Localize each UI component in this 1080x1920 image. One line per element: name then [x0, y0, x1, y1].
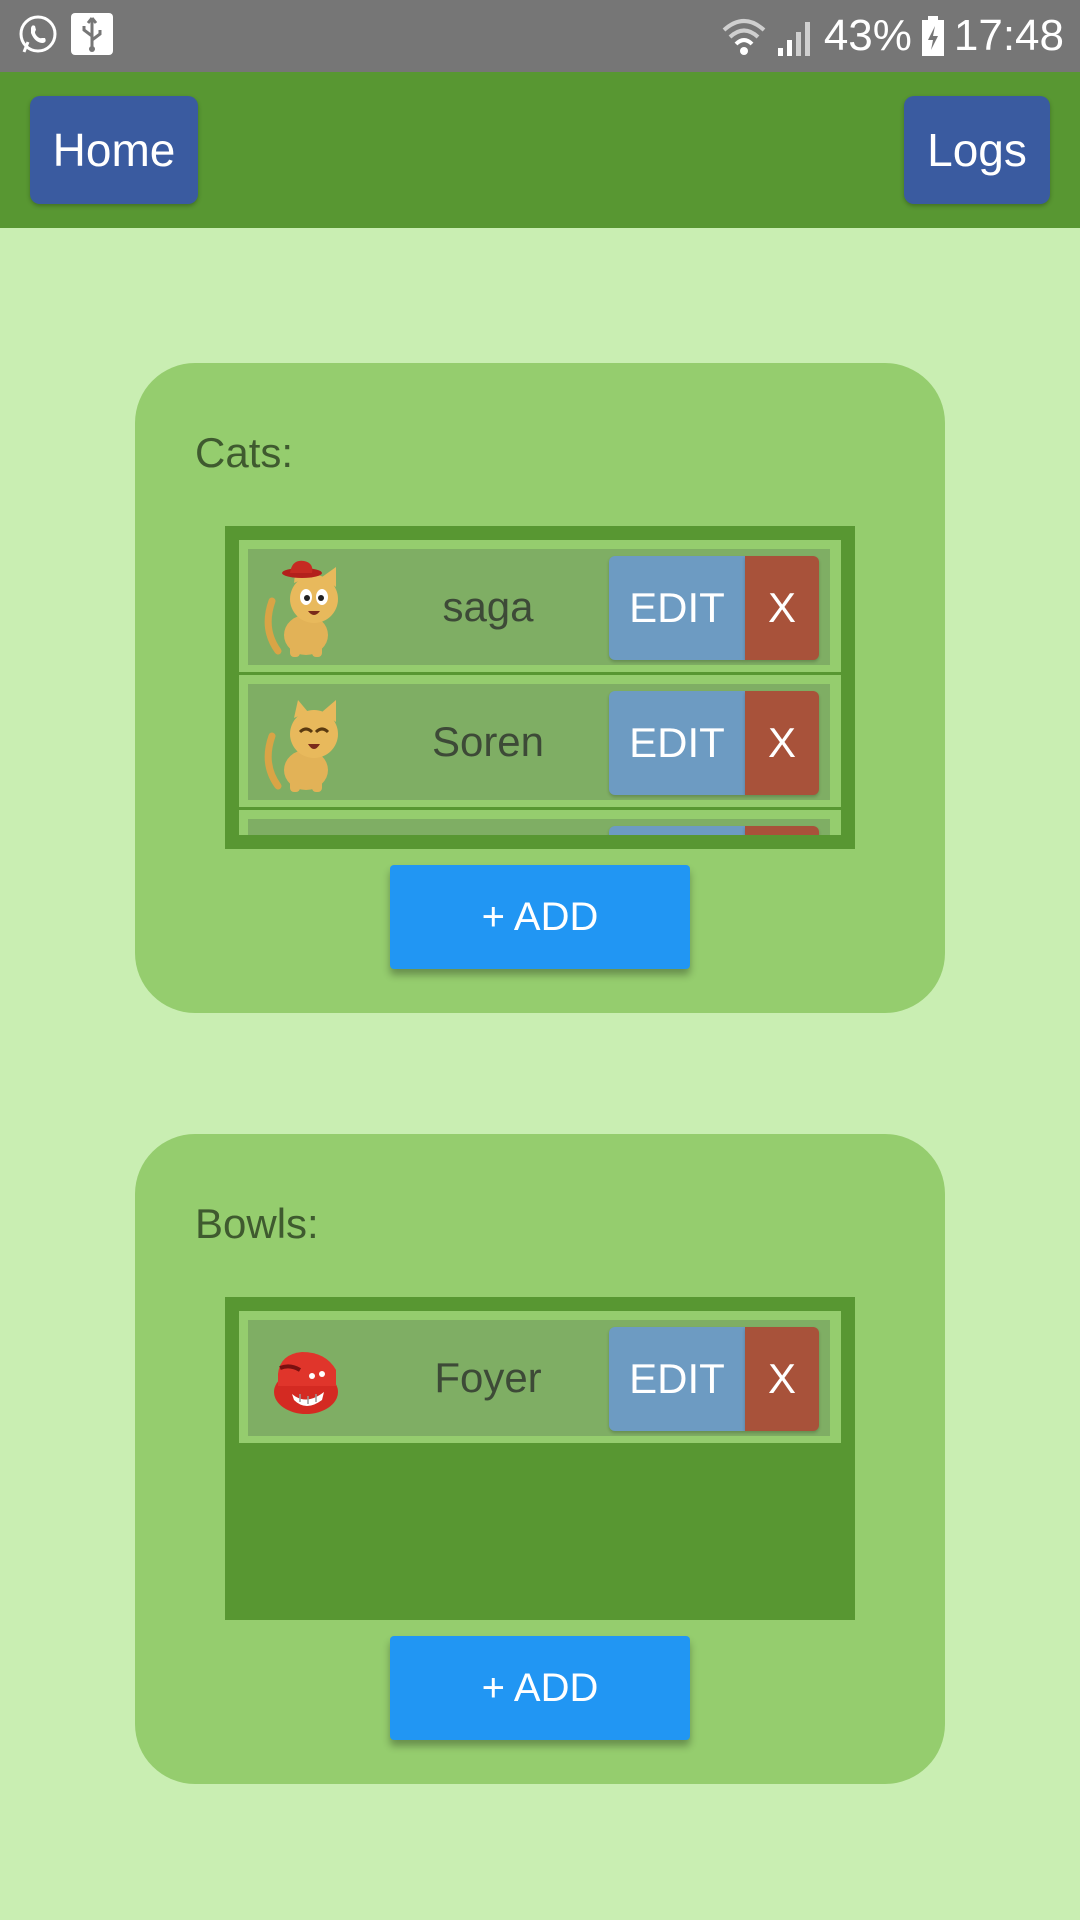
bowl-name: Foyer: [434, 1354, 542, 1401]
list-item: saga EDIT X: [239, 540, 841, 672]
status-bar: 43% 17:48: [0, 0, 1080, 72]
whatsapp-icon: [19, 15, 57, 53]
list-item-body: Foyer EDIT X: [248, 1320, 830, 1436]
list-item-body: Soren EDIT X: [248, 684, 830, 800]
delete-button[interactable]: X: [745, 691, 819, 795]
home-button[interactable]: Home: [30, 96, 198, 204]
delete-button[interactable]: [745, 826, 819, 835]
bowls-title: Bowls:: [195, 1200, 319, 1247]
bowls-list-viewport[interactable]: Foyer EDIT X: [239, 1311, 841, 1606]
wifi-icon: [722, 19, 766, 55]
cats-list[interactable]: saga EDIT X Soren EDIT X: [225, 526, 855, 849]
cats-list-viewport[interactable]: saga EDIT X Soren EDIT X: [239, 540, 841, 835]
battery-percent: 43%: [823, 11, 912, 60]
cats-card: Cats: saga EDIT X Soren EDIT X + ADD: [135, 363, 945, 1013]
red-bowl-icon: [274, 1352, 338, 1414]
list-item-body: saga EDIT X: [248, 549, 830, 665]
cat-name: Soren: [431, 718, 545, 765]
logs-button[interactable]: Logs: [904, 96, 1050, 204]
list-item: Soren EDIT X: [239, 675, 841, 807]
usb-icon: [71, 13, 113, 55]
cat-name: saga: [442, 583, 534, 630]
add-bowl-button[interactable]: + ADD: [390, 1636, 690, 1740]
bowls-list[interactable]: Foyer EDIT X: [225, 1297, 855, 1620]
add-cat-button[interactable]: + ADD: [390, 865, 690, 969]
list-item-partial: [239, 810, 841, 835]
delete-button[interactable]: X: [745, 1327, 819, 1431]
clock: 17:48: [953, 11, 1064, 60]
list-item: Foyer EDIT X: [239, 1311, 841, 1443]
happy-cat-icon: [264, 700, 338, 792]
cats-title: Cats:: [195, 429, 294, 476]
edit-button[interactable]: EDIT: [609, 1327, 745, 1431]
delete-button[interactable]: X: [745, 556, 819, 660]
edit-button[interactable]: EDIT: [609, 556, 745, 660]
signal-icon: [777, 22, 810, 56]
bowls-card: Bowls: Foyer EDIT X + ADD: [135, 1134, 945, 1784]
battery-charging-icon: [921, 16, 944, 56]
top-app-bar: Home Logs: [0, 72, 1080, 228]
list-item-body: [248, 819, 830, 835]
edit-button[interactable]: [609, 826, 745, 835]
edit-button[interactable]: EDIT: [609, 691, 745, 795]
cat-with-hat-icon: [264, 560, 338, 657]
